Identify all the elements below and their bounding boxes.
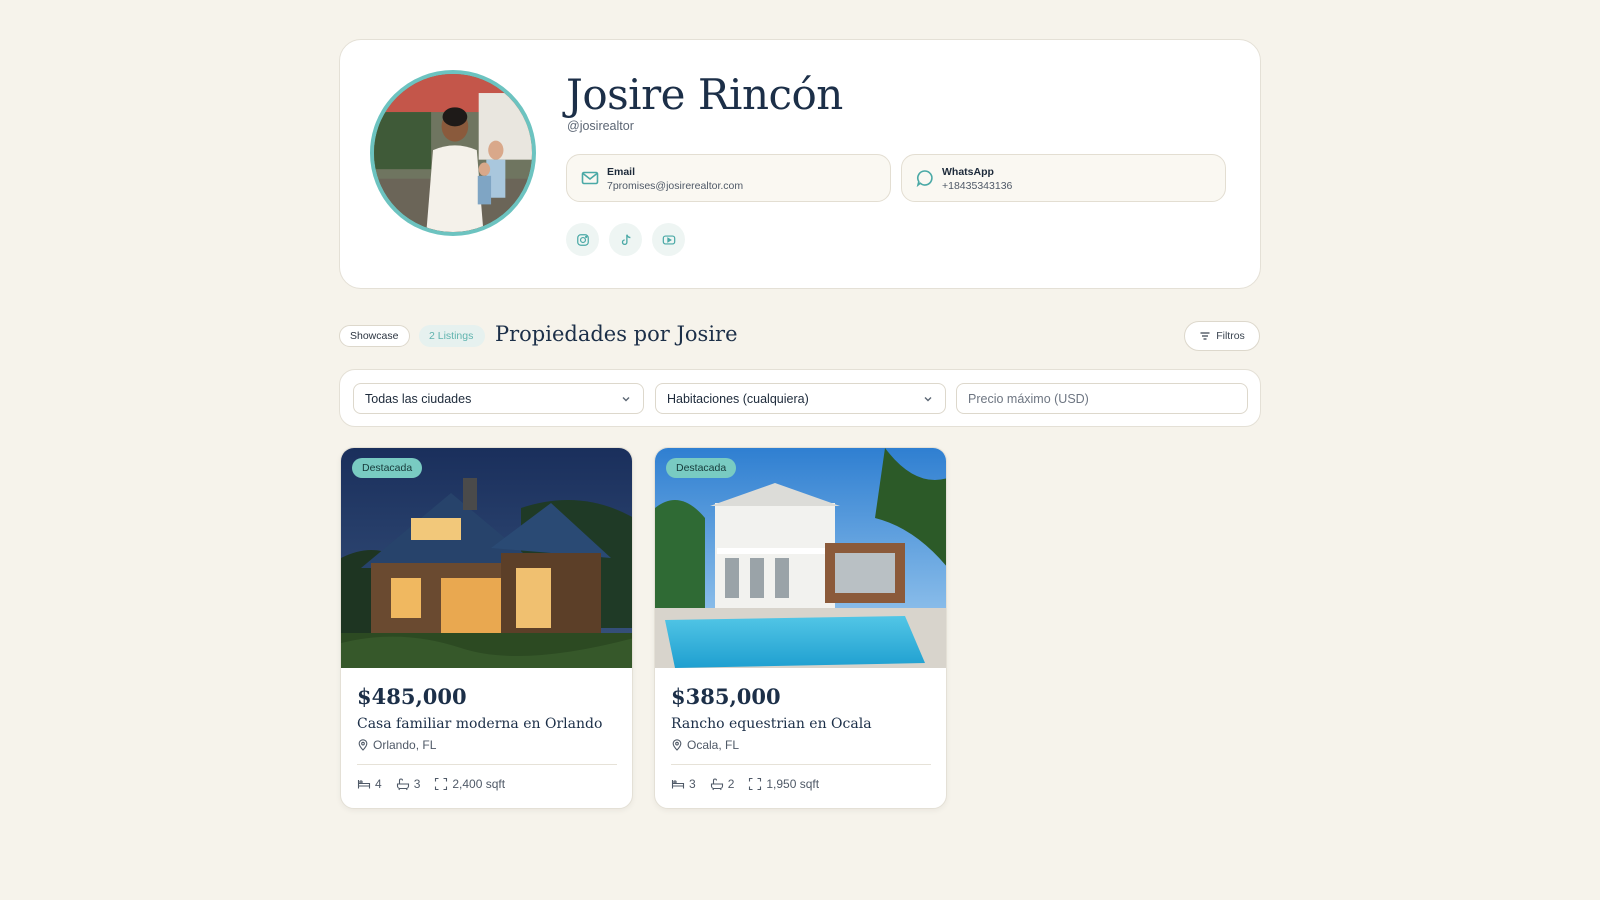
area-icon	[749, 777, 762, 791]
profile-handle: @josirealtor	[567, 119, 634, 133]
beds-spec: 4	[357, 777, 382, 791]
section-title: Propiedades por Josire	[495, 322, 738, 346]
beds-count: 3	[689, 777, 696, 791]
area-value: 2,400 sqft	[452, 777, 506, 791]
listing-location-text: Orlando, FL	[373, 738, 437, 752]
filters-button[interactable]: Filtros	[1184, 321, 1260, 351]
listing-location: Orlando, FL	[357, 738, 436, 752]
listing-price: $385,000	[671, 684, 781, 709]
listing-title[interactable]: Rancho equestrian en Ocala	[671, 716, 872, 732]
chevron-down-icon	[622, 396, 630, 401]
map-pin-icon	[672, 739, 682, 751]
bath-icon	[710, 778, 723, 791]
listing-price: $485,000	[357, 684, 467, 709]
area-icon	[435, 777, 448, 791]
beds-count: 4	[375, 777, 382, 791]
city-select-value: Todas las ciudades	[365, 391, 472, 406]
whatsapp-contact-button[interactable]: WhatsApp +18435343136	[901, 154, 1226, 202]
listing-location-text: Ocala, FL	[687, 738, 740, 752]
listing-specs: 4 3 2,400 sqft	[357, 777, 505, 791]
chevron-down-icon	[924, 396, 932, 401]
whatsapp-value: +18435343136	[942, 180, 1013, 192]
youtube-button[interactable]	[652, 223, 685, 256]
map-pin-icon	[358, 739, 368, 751]
email-contact-button[interactable]: Email 7promises@josirerealtor.com	[566, 154, 891, 202]
featured-badge: Destacada	[666, 458, 737, 478]
tiktok-icon	[621, 234, 630, 245]
instagram-icon	[576, 233, 589, 246]
bed-icon	[357, 780, 371, 789]
listing-location: Ocala, FL	[671, 738, 739, 752]
mail-icon	[580, 168, 600, 188]
card-divider	[671, 764, 931, 765]
bedrooms-select-value: Habitaciones (cualquiera)	[667, 391, 809, 406]
baths-spec: 3	[396, 777, 421, 791]
beds-spec: 3	[671, 777, 696, 791]
area-value: 1,950 sqft	[766, 777, 820, 791]
bath-icon	[396, 778, 409, 791]
bedrooms-select[interactable]: Habitaciones (cualquiera)	[655, 383, 946, 414]
area-spec: 2,400 sqft	[434, 777, 505, 791]
bed-icon	[671, 780, 685, 789]
avatar	[370, 70, 536, 236]
listing-photo[interactable]: Destacada	[341, 448, 632, 668]
filter-icon	[1200, 332, 1210, 340]
baths-spec: 2	[710, 777, 735, 791]
featured-badge: Destacada	[352, 458, 423, 478]
card-divider	[357, 764, 617, 765]
max-price-input[interactable]	[956, 383, 1248, 414]
listing-specs: 3 2 1,950 sqft	[671, 777, 819, 791]
instagram-button[interactable]	[566, 223, 599, 256]
profile-card: Josire Rincón @josirealtor Email 7promis…	[339, 39, 1261, 289]
filter-bar: Todas las ciudades Habitaciones (cualqui…	[339, 369, 1261, 427]
filters-label: Filtros	[1216, 330, 1245, 342]
email-value: 7promises@josirerealtor.com	[607, 180, 744, 192]
profile-name: Josire Rincón	[566, 70, 843, 119]
baths-count: 2	[727, 777, 735, 791]
chat-icon	[915, 168, 935, 188]
email-label: Email	[607, 166, 636, 178]
whatsapp-label: WhatsApp	[942, 166, 994, 178]
listing-photo[interactable]: Destacada	[655, 448, 946, 668]
baths-count: 3	[413, 777, 421, 791]
city-select[interactable]: Todas las ciudades	[353, 383, 644, 414]
listings-count-badge: 2 Listings	[419, 325, 485, 347]
area-spec: 1,950 sqft	[748, 777, 819, 791]
tiktok-button[interactable]	[609, 223, 642, 256]
listing-title[interactable]: Casa familiar moderna en Orlando	[357, 716, 602, 732]
listing-card[interactable]: Destacada $385,000 Rancho equestrian en …	[654, 447, 947, 809]
showcase-tab[interactable]: Showcase	[339, 325, 410, 347]
listing-card[interactable]: Destacada $485,000 Casa familiar moderna…	[340, 447, 633, 809]
youtube-icon	[662, 234, 675, 245]
